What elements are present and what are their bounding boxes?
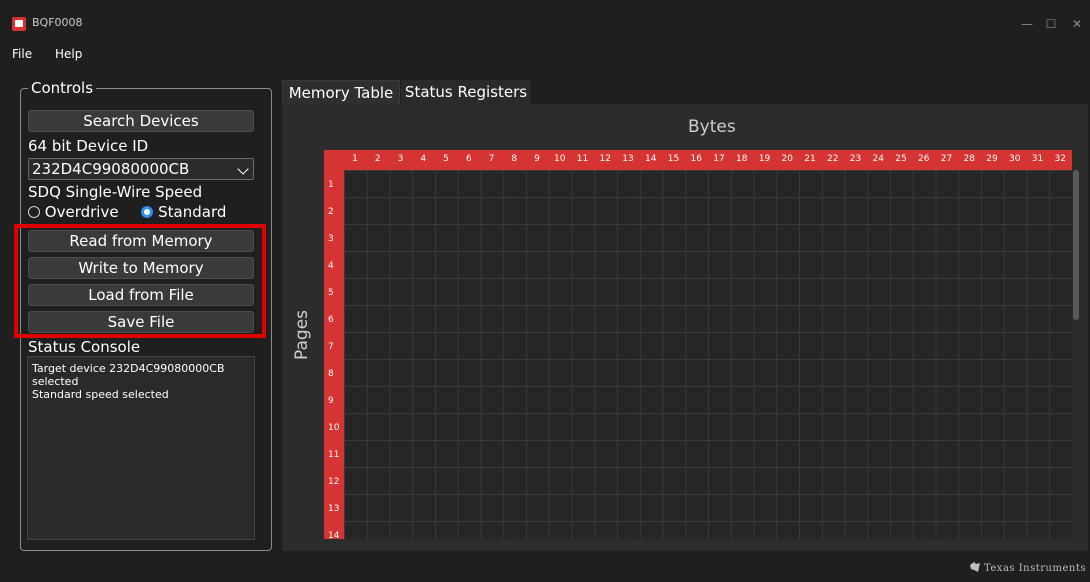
radio-overdrive-label: Overdrive (44, 203, 119, 219)
column-header-cell: 26 (918, 154, 930, 164)
vertical-scrollbar[interactable] (1073, 170, 1079, 320)
column-header-cell: 17 (713, 154, 725, 164)
column-header-cell: 13 (622, 154, 634, 164)
close-button[interactable]: ✕ (1062, 13, 1090, 35)
column-header-cell: 21 (804, 154, 816, 164)
controls-group-title: Controls (28, 79, 97, 97)
row-header-cell: 9 (328, 396, 334, 406)
speed-label: SDQ Single-Wire Speed (28, 183, 203, 201)
column-header-cell: 14 (645, 154, 657, 164)
radio-standard-label: Standard (158, 203, 227, 219)
column-header-cell: 27 (940, 154, 953, 164)
column-header-cell: 24 (872, 154, 884, 164)
chevron-down-icon (237, 163, 249, 175)
row-header-cell: 8 (328, 369, 334, 379)
menu-help[interactable]: Help (55, 47, 82, 61)
row-header-cell: 4 (328, 261, 334, 271)
column-header: 1 2 3 4 5 6 7 8 9 10 11 12 13 14 15 16 17 18 19 20 21 22 23 24 2… (324, 150, 1072, 170)
column-header-cell: 16 (690, 154, 702, 164)
column-header-cell: 29 (986, 154, 998, 164)
column-header-cell: 25 (895, 154, 907, 164)
memory-grid[interactable] (344, 170, 1072, 539)
column-header-cell: 23 (849, 154, 862, 164)
row-header-cell: 7 (328, 342, 334, 352)
row-header-cell: 5 (328, 288, 334, 298)
speed-radio-group: Overdrive Standard (28, 203, 258, 219)
column-header-cell: 31 (1031, 154, 1044, 164)
row-header-cell: 13 (328, 504, 340, 514)
row-header-cell: 6 (328, 315, 334, 325)
tab-memory-table[interactable]: Memory Table (282, 80, 400, 104)
column-header-cell: 3 (397, 154, 404, 164)
row-header-cell: 10 (328, 423, 340, 433)
column-header-cell: 18 (736, 154, 748, 164)
column-header-cell: 2 (374, 154, 381, 164)
column-header-cell: 11 (576, 154, 589, 164)
menu-file[interactable]: File (12, 47, 32, 61)
column-header-cell: 10 (554, 154, 566, 164)
ti-logo: Texas Instruments (970, 562, 1086, 574)
column-header-cell: 6 (465, 154, 472, 164)
column-header-cell: 1 (352, 154, 358, 164)
column-header-cell: 22 (827, 154, 839, 164)
status-console[interactable]: Target device 232D4C99080000CB selected … (27, 356, 255, 540)
bytes-axis-label: Bytes (688, 117, 736, 137)
row-header-cell: 1 (328, 180, 334, 190)
search-devices-button[interactable]: Search Devices (28, 110, 254, 132)
device-id-select[interactable]: 232D4C99080000CB (28, 158, 254, 180)
device-id-value: 232D4C99080000CB (32, 160, 190, 178)
column-header-cell: 32 (1054, 154, 1066, 164)
row-header: 1 2 3 4 5 6 7 8 9 10 11 12 13 14 (324, 170, 344, 539)
ti-brand-text: Texas Instruments (984, 563, 1086, 574)
pages-axis-label: Pages (292, 309, 312, 360)
title-bar: BQF0008 — ☐ ✕ (0, 8, 1090, 40)
column-header-cell: 19 (758, 154, 771, 164)
row-header-cell: 3 (328, 234, 334, 244)
ti-mark-icon (970, 562, 980, 572)
radio-overdrive[interactable] (28, 205, 40, 218)
column-header-cell: 9 (534, 154, 540, 164)
device-id-label: 64 bit Device ID (28, 137, 149, 155)
menu-bar: File Help (0, 40, 1090, 66)
column-header-cell: 5 (443, 154, 449, 164)
column-header-cell: 4 (420, 154, 427, 164)
row-header-cell: 12 (328, 477, 340, 487)
column-header-cell: 20 (781, 154, 793, 164)
radio-standard[interactable] (141, 205, 154, 218)
app-icon (12, 17, 26, 31)
status-console-label: Status Console (28, 338, 141, 356)
tab-status-registers[interactable]: Status Registers (401, 80, 531, 104)
highlight-box (14, 224, 266, 338)
row-header-cell: 11 (328, 450, 340, 460)
window-title: BQF0008 (32, 16, 83, 29)
row-header-cell: 14 (328, 531, 340, 539)
column-header-cell: 15 (667, 154, 680, 164)
column-header-cell: 28 (963, 154, 975, 164)
column-header-cell: 7 (488, 154, 495, 164)
column-header-cell: 12 (599, 154, 611, 164)
column-header-cell: 8 (511, 154, 518, 164)
row-header-cell: 2 (328, 207, 334, 217)
column-header-cell: 30 (1009, 154, 1021, 164)
